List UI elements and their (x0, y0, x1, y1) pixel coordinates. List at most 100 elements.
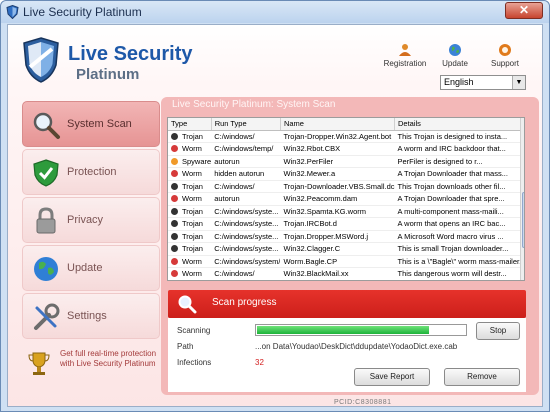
table-row[interactable]: Spyware autorun Win32.PerFiler PerFiler is … (168, 155, 524, 168)
sidebar-item-protection[interactable]: Protection (22, 149, 160, 195)
registration-button[interactable]: Registration (380, 43, 430, 68)
cell-run-type: C:/windows/syste... (211, 242, 281, 256)
cell-type: Spyware (168, 155, 212, 168)
sidebar-item-label: Privacy (67, 214, 104, 226)
cell-details: This is small Trojan downloader... (394, 242, 524, 256)
sidebar-item-update[interactable]: Update (22, 245, 160, 291)
cell-run-type-text: hidden autorun (214, 169, 265, 179)
cell-type-text: Worm (182, 256, 202, 266)
cell-run-type: C:/windows/ (211, 130, 281, 143)
chevron-down-icon[interactable]: ▼ (512, 76, 525, 89)
cell-name-text: Trojan-Downloader.VBS.Small.dc (283, 181, 395, 191)
table-row[interactable]: Trojan C:/windows/syste... Trojan.IRCBot.d… (168, 217, 524, 231)
cell-details: A multi-component mass-maili... (394, 205, 524, 218)
table-row[interactable]: Worm C:/windows/Win32.BlackMail.xx This da… (168, 267, 524, 280)
cell-run-type: C:/windows/ (211, 267, 281, 280)
cell-name: Trojan-Dropper.Win32.Agent.bot (280, 130, 395, 143)
cell-name-text: Worm.Bagle.CP (283, 256, 338, 266)
cell-type-text: Worm (182, 194, 202, 204)
update-globe-icon (449, 44, 461, 56)
column-header-type[interactable]: Type (168, 118, 212, 131)
magnifier-icon (33, 112, 60, 139)
support-button[interactable]: Support (480, 43, 530, 68)
sidebar-item-settings[interactable]: Settings (22, 293, 160, 339)
cell-type-text: Trojan (182, 131, 203, 141)
sidebar-item-privacy[interactable]: Privacy (22, 197, 160, 243)
cell-run-type-text: C:/windows/syste... (214, 206, 279, 216)
table-row[interactable]: Worm autorun Win32.Peacomm.dam A Trojan Dow… (168, 192, 524, 206)
table-row[interactable]: Trojan C:/windows/Trojan-Downloader.VBS.S… (168, 180, 524, 193)
cell-name: Win32.Rbot.CBX (280, 142, 395, 156)
column-header-name[interactable]: Name (280, 118, 396, 131)
trophy-icon (28, 352, 50, 375)
pcid-label: PCID:C8308881 (334, 399, 392, 406)
cell-details: This is a \"Bagle\" worm mass-mailer... (394, 255, 524, 268)
registration-label: Registration (383, 59, 427, 68)
cell-name: Win32.Spamta.KG.worm (280, 205, 395, 218)
shield-check-icon (33, 159, 59, 187)
stop-button[interactable]: Stop (476, 322, 520, 340)
system-scan-panel: Live Security Platinum: System Scan Type… (161, 97, 539, 395)
cell-type: Worm (168, 255, 212, 268)
app-shield-icon (6, 5, 19, 19)
cell-type-text: Worm (182, 144, 202, 154)
sidebar-item-label: Update (67, 262, 103, 274)
threat-level-icon (171, 245, 178, 253)
scan-progress-body: Scanning Stop Path ...on Data\Youdao\Des… (168, 318, 526, 392)
cell-details-text: PerFiler is designed to r... (397, 156, 483, 166)
table-row[interactable]: Trojan C:/windows/syste... Win32.Clagger.C… (168, 242, 524, 256)
cell-name-text: Win32.PerFiler (283, 156, 334, 166)
cell-run-type-text: C:/windows/system/ (214, 256, 281, 266)
cell-type: Trojan (168, 130, 212, 143)
cell-run-type: C:/windows/syste... (211, 230, 281, 243)
table-row[interactable]: Worm hidden autorun Win32.Mewer.a A Trojan … (168, 167, 524, 181)
threat-level-icon (171, 170, 178, 178)
cell-run-type-text: C:/windows/ (214, 269, 255, 279)
cell-name-text: Win32.Clagger.C (283, 244, 341, 254)
table-row[interactable]: Worm C:/windows/temp/Win32.Rbot.CBX A worm… (168, 142, 524, 156)
column-header-run-type[interactable]: Run Type (211, 118, 281, 131)
cell-name: Win32.BlackMail.xx (280, 267, 395, 280)
cell-details: A Trojan Downloader that mass... (394, 167, 524, 181)
promo-text[interactable]: Get full real-time protection with Live … (60, 349, 160, 369)
cell-run-type: C:/windows/syste... (211, 217, 281, 231)
cell-details: A worm and IRC backdoor that... (394, 142, 524, 156)
language-select[interactable]: English ▼ (440, 75, 526, 90)
threat-table: Type Run Type Name Details Trojan C:/wind… (168, 118, 524, 280)
save-report-button[interactable]: Save Report (354, 368, 430, 386)
cell-name: Trojan-Downloader.VBS.Small.dc (280, 180, 395, 193)
close-button[interactable]: ✕ (505, 2, 543, 19)
cell-type: Trojan (168, 217, 212, 231)
cell-type: Trojan (168, 180, 212, 193)
remove-button[interactable]: Remove (444, 368, 520, 386)
cell-name-text: Win32.Rbot.CBX (283, 144, 341, 154)
threat-level-icon (171, 220, 178, 228)
infections-count: 32 (255, 358, 264, 367)
cell-name: Trojan.IRCBot.d (280, 217, 395, 231)
cell-run-type: C:/windows/ (211, 180, 281, 193)
threat-level-icon (171, 270, 178, 278)
cell-details-text: This is small Trojan downloader... (397, 244, 509, 254)
table-row[interactable]: Worm C:/windows/system/Worm.Bagle.CP This … (168, 255, 524, 268)
cell-details: A Trojan Downloader that spre... (394, 192, 524, 206)
sidebar-item-system-scan[interactable]: System Scan (22, 101, 160, 147)
cell-type-text: Trojan (182, 219, 203, 229)
column-header-details[interactable]: Details (394, 118, 524, 131)
cell-details: PerFiler is designed to r... (394, 155, 524, 168)
update-button[interactable]: Update (430, 43, 480, 68)
threat-list[interactable]: Type Run Type Name Details Trojan C:/wind… (167, 117, 525, 281)
table-row[interactable]: Trojan C:/windows/syste... Trojan.Dropper.… (168, 230, 524, 243)
threat-level-icon (171, 145, 178, 153)
cell-run-type-text: autorun (214, 194, 240, 204)
threat-level-icon (171, 157, 178, 165)
scan-progress-fill (257, 326, 429, 334)
cell-details-text: A Trojan Downloader that mass... (397, 169, 508, 179)
cell-run-type-text: C:/windows/ (214, 181, 255, 191)
update-label: Update (442, 59, 468, 68)
threat-level-icon (171, 232, 178, 240)
logo-shield-icon (23, 37, 59, 83)
cell-details-text: This Trojan is designed to insta... (397, 131, 508, 141)
cell-name-text: Trojan.IRCBot.d (283, 219, 337, 229)
table-row[interactable]: Trojan C:/windows/syste... Win32.Spamta.KG… (168, 205, 524, 218)
table-row[interactable]: Trojan C:/windows/Trojan-Dropper.Win32.Ag… (168, 130, 524, 143)
